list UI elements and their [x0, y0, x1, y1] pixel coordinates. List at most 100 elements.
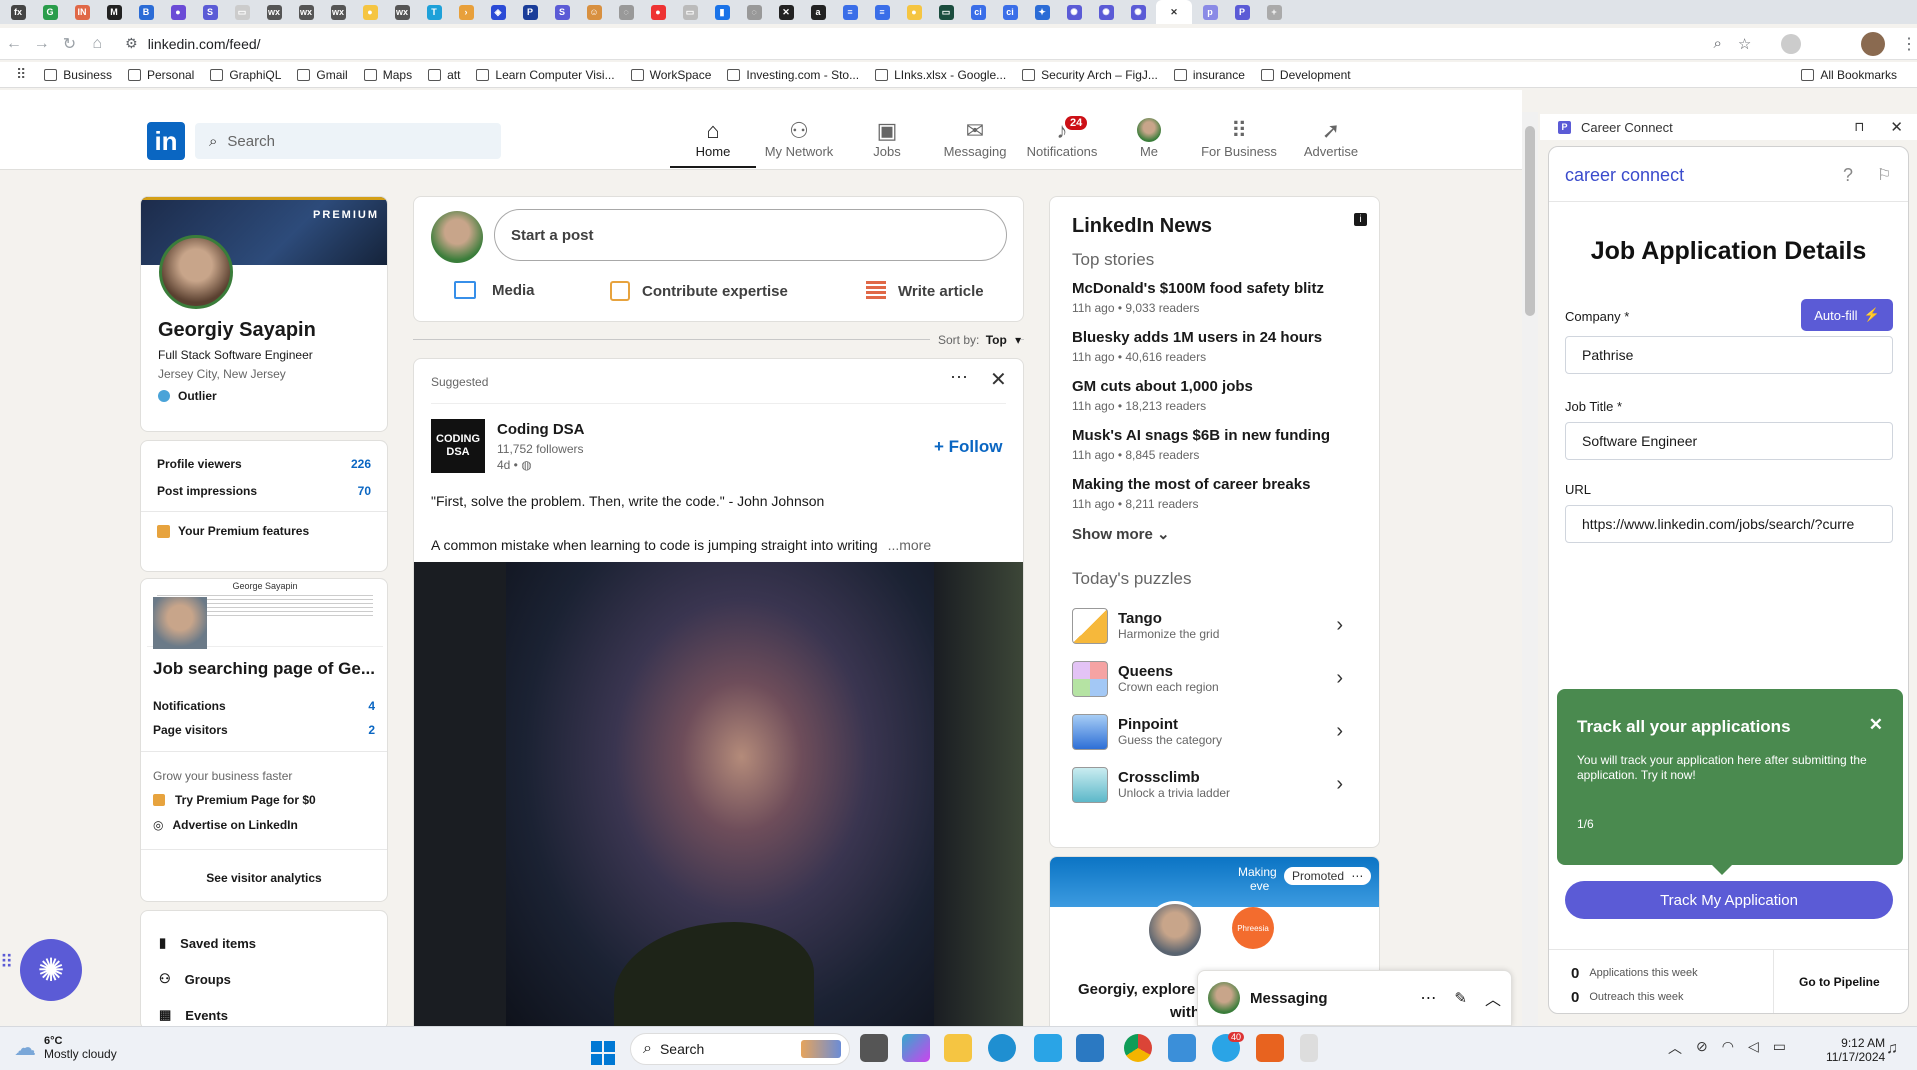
- close-icon[interactable]: ✕: [1890, 118, 1903, 136]
- news-story[interactable]: GM cuts about 1,000 jobs 11h ago • 18,213…: [1072, 378, 1357, 413]
- url-input[interactable]: https://www.linkedin.com/jobs/search/?cu…: [1565, 505, 1893, 543]
- nav-messaging[interactable]: ✉ Messaging: [932, 118, 1018, 159]
- browser-tab[interactable]: ci: [964, 2, 992, 22]
- browser-tab[interactable]: wx: [260, 2, 288, 22]
- write-article-button[interactable]: Write article: [866, 281, 984, 301]
- copilot-icon[interactable]: [902, 1034, 930, 1062]
- vpn-icon[interactable]: ⊘: [1696, 1038, 1708, 1058]
- help-icon[interactable]: ?: [1843, 165, 1853, 186]
- news-story[interactable]: McDonald's $100M food safety blitz 11h ag…: [1072, 280, 1357, 315]
- bookmark-item[interactable]: Investing.com - Sto...: [727, 68, 859, 82]
- browser-tab[interactable]: ▭: [676, 2, 704, 22]
- browser-tab[interactable]: ☺: [580, 2, 608, 22]
- battery-icon[interactable]: ▭: [1773, 1038, 1786, 1058]
- profile-avatar[interactable]: [159, 235, 233, 309]
- nav-home[interactable]: ⌂ Home: [670, 118, 756, 168]
- profile-stat-row[interactable]: Post impressions 70: [157, 484, 371, 498]
- advertise-link[interactable]: ◎ Advertise on LinkedIn: [153, 818, 298, 832]
- track-application-button[interactable]: Track My Application: [1565, 881, 1893, 919]
- app-icon-2[interactable]: [1256, 1034, 1284, 1062]
- nav-jobs[interactable]: ▣ Jobs: [844, 118, 930, 159]
- bookmark-item[interactable]: LInks.xlsx - Google...: [875, 68, 1006, 82]
- browser-tab[interactable]: ◌: [612, 2, 640, 22]
- pin-icon[interactable]: ⊓: [1854, 119, 1864, 135]
- menu-icon[interactable]: ⋮: [1901, 34, 1917, 54]
- browser-tab[interactable]: a: [804, 2, 832, 22]
- browser-tab[interactable]: ci: [996, 2, 1024, 22]
- bookmark-item[interactable]: Business: [44, 68, 112, 82]
- job-title-input[interactable]: Software Engineer: [1565, 422, 1893, 460]
- browser-tab[interactable]: P: [516, 2, 544, 22]
- browser-tab[interactable]: M: [100, 2, 128, 22]
- see-more-link[interactable]: ...more: [888, 537, 932, 553]
- nav-my-network[interactable]: ⚇ My Network: [756, 118, 842, 159]
- show-more-button[interactable]: Show more ⌄: [1072, 525, 1357, 543]
- page-title[interactable]: Job searching page of Ge...: [153, 659, 385, 679]
- contribute-expertise-button[interactable]: Contribute expertise: [610, 281, 788, 301]
- start-post-button[interactable]: Start a post: [494, 209, 1007, 261]
- visitor-analytics-link[interactable]: See visitor analytics: [141, 871, 387, 885]
- app-icon-3[interactable]: [1300, 1034, 1318, 1062]
- sort-dropdown[interactable]: Sort by: Top ▾: [930, 333, 1022, 347]
- edge-icon[interactable]: [988, 1034, 1016, 1062]
- taskbar-search[interactable]: ⌕ Search: [630, 1033, 850, 1065]
- nav-me[interactable]: Me: [1106, 118, 1192, 159]
- browser-tab[interactable]: ▭: [228, 2, 256, 22]
- chevron-up-icon[interactable]: ︿: [1668, 1038, 1682, 1058]
- nav-notifications[interactable]: ♪ Notifications 24: [1019, 116, 1105, 159]
- news-story[interactable]: Making the most of career breaks 11h ago …: [1072, 476, 1357, 511]
- notepad-icon[interactable]: [1076, 1034, 1104, 1062]
- auto-fill-button[interactable]: Auto-fill ⚡: [1801, 299, 1893, 331]
- career-connect-launcher[interactable]: ✺: [20, 939, 82, 1001]
- bookmark-item[interactable]: att: [428, 68, 460, 82]
- go-to-pipeline-link[interactable]: Go to Pipeline: [1799, 975, 1880, 989]
- bookmark-item[interactable]: Personal: [127, 68, 194, 82]
- browser-tab[interactable]: ✺: [1092, 2, 1120, 22]
- scrollbar-thumb[interactable]: [1525, 126, 1535, 316]
- help-app-icon[interactable]: [1034, 1034, 1062, 1062]
- browser-tab[interactable]: wx: [292, 2, 320, 22]
- browser-tab[interactable]: ●: [164, 2, 192, 22]
- browser-tab[interactable]: ●: [644, 2, 672, 22]
- all-bookmarks[interactable]: All Bookmarks: [1801, 68, 1897, 82]
- browser-tab[interactable]: ✺: [1124, 2, 1152, 22]
- more-options-icon[interactable]: ⋯: [950, 367, 968, 388]
- extension-icon[interactable]: [1781, 33, 1802, 54]
- browser-tab[interactable]: ◈: [484, 2, 512, 22]
- site-info-icon[interactable]: ⚙: [125, 35, 138, 52]
- browser-tab[interactable]: ◌: [740, 2, 768, 22]
- bookmark-item[interactable]: WorkSpace: [630, 68, 711, 82]
- task-view-icon[interactable]: [860, 1034, 888, 1062]
- page-scrollbar[interactable]: [1522, 112, 1538, 1026]
- flag-icon[interactable]: ⚐: [1877, 165, 1891, 185]
- bookmark-item[interactable]: GraphiQL: [210, 68, 281, 82]
- reload-icon[interactable]: ↻: [56, 34, 84, 54]
- browser-tab-active[interactable]: ✕: [1156, 0, 1192, 24]
- apps-icon[interactable]: ⠿: [16, 66, 26, 83]
- chrome-icon[interactable]: [1124, 1034, 1152, 1062]
- browser-tab[interactable]: B: [132, 2, 160, 22]
- browser-tab[interactable]: T: [420, 2, 448, 22]
- chevron-up-icon[interactable]: ︿: [1485, 986, 1501, 1010]
- linkedin-logo[interactable]: in: [147, 122, 185, 160]
- puzzle-tango[interactable]: Tango Harmonize the grid ›: [1072, 599, 1357, 652]
- browser-tab[interactable]: ≡: [836, 2, 864, 22]
- browser-tab[interactable]: ▮: [708, 2, 736, 22]
- page-stat-row[interactable]: Notifications 4: [153, 699, 375, 713]
- browser-tab[interactable]: +: [1260, 2, 1288, 22]
- profile-org[interactable]: Outlier: [158, 389, 316, 403]
- news-story[interactable]: Bluesky adds 1M users in 24 hours 11h ago…: [1072, 329, 1357, 364]
- notification-bell-icon[interactable]: ♫: [1886, 1040, 1898, 1058]
- profile-name[interactable]: Georgiy Sayapin: [158, 319, 316, 342]
- browser-tab[interactable]: ●: [356, 2, 384, 22]
- composer-avatar[interactable]: [431, 211, 483, 263]
- browser-tab[interactable]: S: [548, 2, 576, 22]
- profile-stat-row[interactable]: Profile viewers 226: [157, 457, 371, 471]
- premium-features-link[interactable]: Your Premium features: [141, 511, 387, 538]
- bookmark-star-icon[interactable]: ☆: [1738, 35, 1751, 53]
- back-icon[interactable]: ←: [0, 35, 28, 53]
- file-explorer-icon[interactable]: [944, 1034, 972, 1062]
- bookmark-item[interactable]: Development: [1260, 68, 1351, 82]
- follow-button[interactable]: + Follow: [934, 437, 1002, 457]
- browser-tab[interactable]: ≡: [868, 2, 896, 22]
